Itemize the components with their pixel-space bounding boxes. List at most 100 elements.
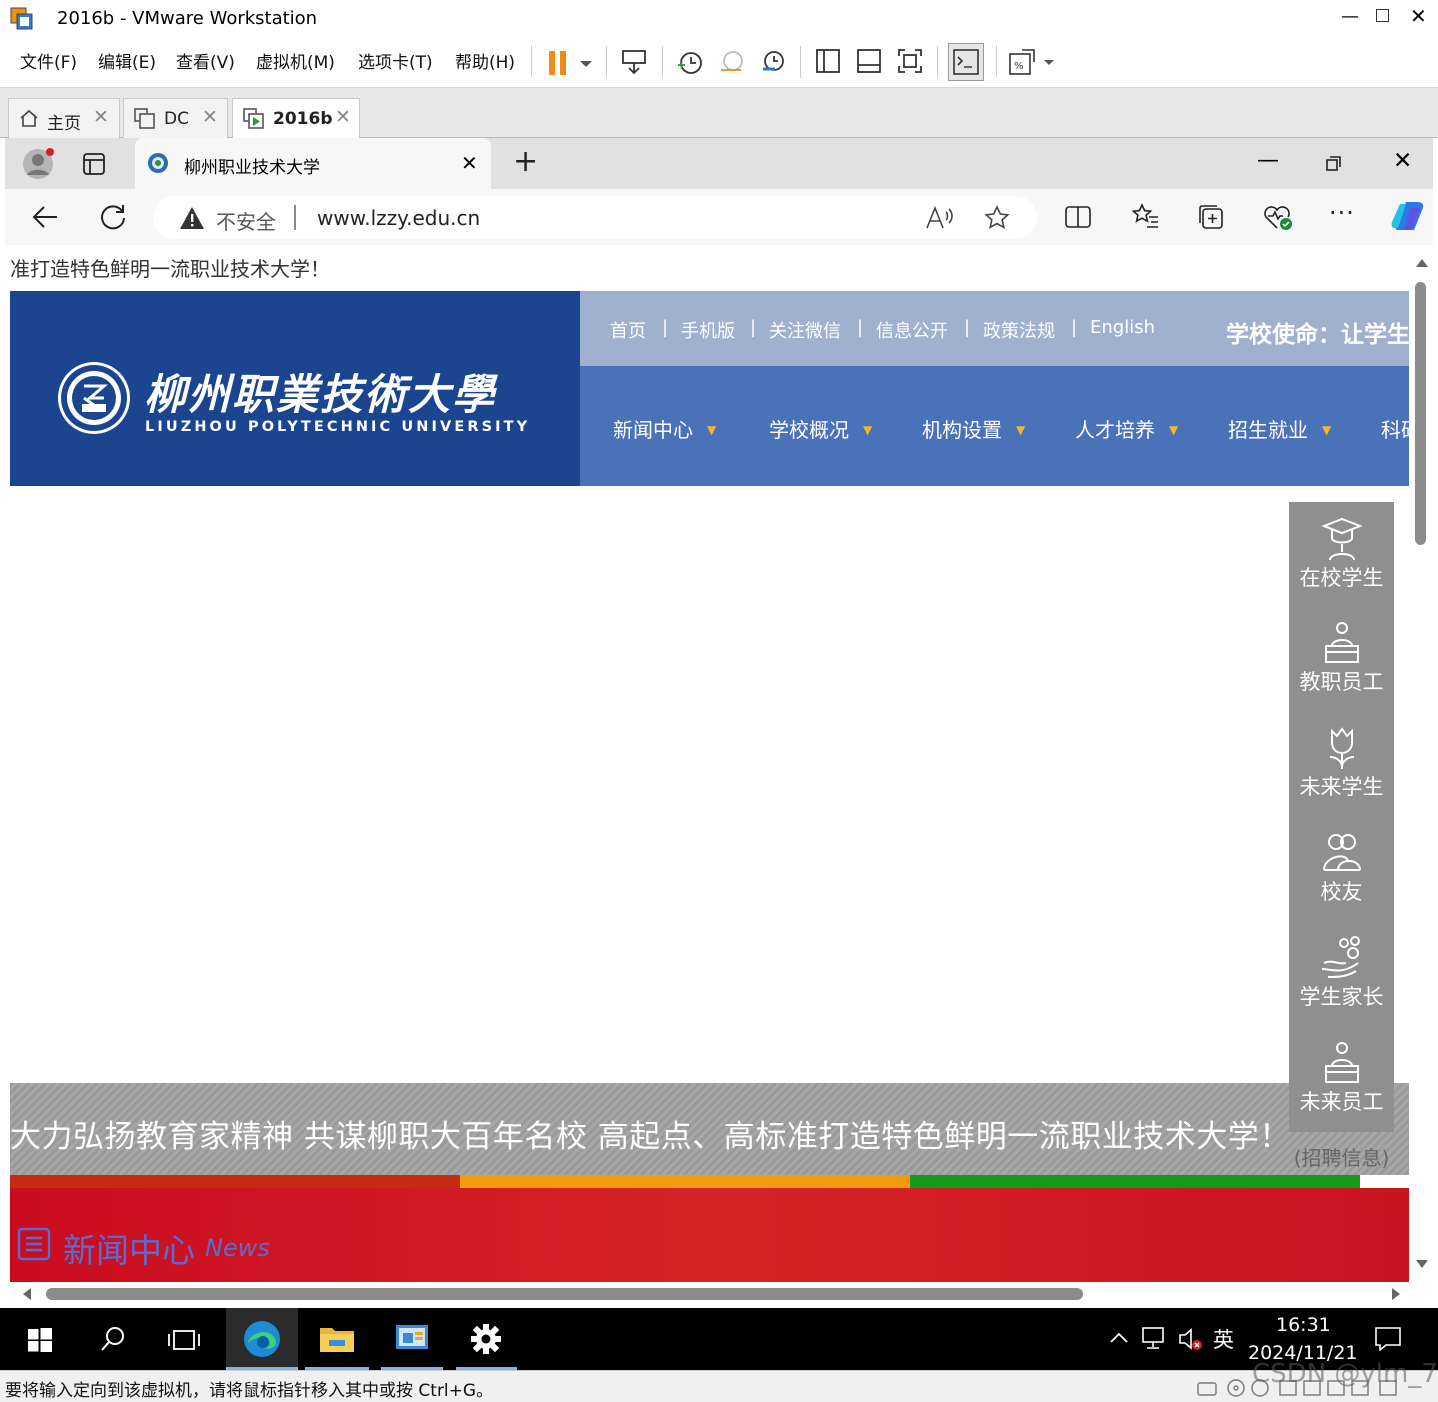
nav-education[interactable]: 人才培养 ▼ [1075, 414, 1178, 443]
tab-dc-close-icon[interactable]: ✕ [202, 106, 218, 128]
browser-minimize-button[interactable]: — [1257, 148, 1279, 173]
tab-2016b[interactable]: 2016b ✕ [232, 98, 360, 139]
taskbar-explorer-button[interactable] [305, 1308, 369, 1370]
nav-admissions[interactable]: 招生就业 ▼ [1228, 414, 1331, 443]
link-english[interactable]: English [1090, 317, 1155, 338]
tab-actions-icon[interactable] [83, 153, 105, 175]
minimize-button[interactable]: — [1341, 6, 1359, 27]
restore-button[interactable] [1376, 9, 1389, 22]
vertical-scroll-thumb[interactable] [1415, 282, 1426, 545]
refresh-icon[interactable] [99, 203, 127, 231]
sidebar-item-alumni[interactable]: 校友 [1289, 830, 1394, 906]
menu-view[interactable]: 查看(V) [176, 48, 235, 73]
browser-essentials-icon[interactable] [1263, 203, 1293, 231]
sidebar-item-future-staff[interactable]: 未来员工 [1289, 1040, 1394, 1116]
vm-running-icon [243, 108, 265, 130]
collections-icon[interactable] [1197, 203, 1225, 231]
network-icon[interactable] [1142, 1327, 1168, 1351]
menu-help[interactable]: 帮助(H) [455, 48, 515, 73]
search-icon[interactable] [99, 1325, 127, 1353]
color-strip-red [10, 1175, 460, 1188]
warning-icon[interactable] [179, 206, 205, 230]
new-tab-button[interactable]: + [513, 144, 538, 179]
link-policy[interactable]: 政策法规 [983, 317, 1055, 343]
fullscreen-icon[interactable] [897, 48, 923, 74]
browser-close-button[interactable]: ✕ [1393, 148, 1412, 174]
favorites-icon[interactable] [1131, 203, 1159, 229]
menu-tabs[interactable]: 选项卡(T) [358, 48, 433, 73]
split-screen-icon[interactable] [1065, 205, 1091, 229]
tab-home-close-icon[interactable]: ✕ [93, 106, 109, 128]
tab-home[interactable]: 主页 ✕ [8, 98, 120, 138]
menu-file[interactable]: 文件(F) [20, 48, 77, 73]
snapshot-manager-icon[interactable] [759, 48, 787, 76]
clock-time[interactable]: 16:31 [1276, 1314, 1331, 1336]
close-button[interactable]: ✕ [1410, 4, 1427, 28]
scroll-down-arrow-icon[interactable] [1416, 1260, 1428, 1268]
slogan-text: 大力弘扬教育家精神 共谋柳职大百年名校 高起点、高标准打造特色鲜明一流职业技术大… [10, 1119, 1291, 1155]
library-view-icon[interactable] [815, 48, 841, 74]
scroll-left-arrow-icon[interactable] [23, 1288, 31, 1300]
quick-access-sidebar: 在校学生 教职员工 未来学生 校友 学生家长 未来员工 [1289, 502, 1394, 1132]
sidebar-item-staff[interactable]: 教职员工 [1289, 620, 1394, 696]
chevron-down-icon: ▼ [1322, 423, 1332, 437]
url-text[interactable]: www.lzzy.edu.cn [317, 206, 480, 230]
back-icon[interactable] [31, 203, 59, 231]
edge-nav-bar: 不安全 www.lzzy.edu.cn ··· [5, 189, 1433, 245]
link-wechat[interactable]: 关注微信 [769, 317, 841, 343]
nav-about[interactable]: 学校概况 ▼ [769, 414, 872, 443]
send-ctrl-alt-del-icon[interactable] [620, 48, 648, 76]
logo-area[interactable]: 柳州职業技術大學 LIUZHOU POLYTECHNIC UNIVERSITY [10, 291, 580, 486]
taskbar-edge-button[interactable] [226, 1308, 298, 1370]
vmware-status-bar: 要将输入定向到该虚拟机，请将鼠标指针移入其中或按 Ctrl+G。 CSDN @y… [0, 1359, 1438, 1402]
task-view-icon[interactable] [167, 1327, 201, 1353]
link-mobile[interactable]: 手机版 [681, 317, 735, 343]
tab-2016b-close-icon[interactable]: ✕ [335, 106, 351, 128]
recruitment-info-label[interactable]: (招聘信息) [1289, 1142, 1394, 1171]
copilot-icon[interactable] [1388, 198, 1426, 234]
ime-indicator[interactable]: 英 [1213, 1324, 1234, 1354]
menu-vm[interactable]: 虚拟机(M) [256, 48, 335, 73]
browser-tab-close-icon[interactable]: ✕ [461, 151, 478, 175]
link-separator: | [964, 317, 971, 338]
taskbar-settings-button[interactable] [456, 1308, 517, 1370]
volume-muted-icon[interactable] [1178, 1327, 1204, 1351]
sidebar-label-parents: 学生家长 [1299, 985, 1384, 1009]
horizontal-scroll-thumb[interactable] [46, 1288, 1083, 1300]
console-view-button[interactable] [948, 43, 984, 81]
favorite-star-icon[interactable] [984, 205, 1010, 231]
taskbar-server-manager-button[interactable] [381, 1308, 443, 1370]
tab-dc[interactable]: DC ✕ [123, 98, 228, 138]
scroll-right-arrow-icon[interactable] [1392, 1288, 1400, 1300]
link-info-disclosure[interactable]: 信息公开 [876, 317, 948, 343]
read-aloud-icon[interactable] [925, 206, 953, 230]
address-bar[interactable]: 不安全 www.lzzy.edu.cn [153, 196, 1037, 239]
sidebar-item-parents[interactable]: 学生家长 [1289, 935, 1394, 1011]
nav-departments[interactable]: 机构设置 ▼ [922, 414, 1025, 443]
sidebar-label-alumni: 校友 [1320, 880, 1363, 904]
vertical-scrollbar[interactable] [1409, 245, 1433, 1285]
notification-icon[interactable] [1375, 1327, 1401, 1351]
profile-avatar-icon[interactable] [21, 147, 55, 181]
browser-tab-active[interactable]: 柳州职业技术大学 ✕ [135, 138, 491, 189]
sidebar-item-prospective-students[interactable]: 未来学生 [1289, 725, 1394, 801]
pause-icon[interactable] [547, 50, 593, 76]
security-label[interactable]: 不安全 [216, 206, 276, 235]
browser-restore-button[interactable] [1326, 156, 1342, 172]
windows-start-icon[interactable] [28, 1328, 52, 1352]
stretch-view-icon[interactable]: % [1008, 48, 1058, 76]
sidebar-item-students[interactable]: 在校学生 [1289, 516, 1394, 592]
tray-chevron-up-icon[interactable] [1110, 1332, 1128, 1344]
menu-edit[interactable]: 编辑(E) [98, 48, 156, 73]
more-options-icon[interactable]: ··· [1329, 199, 1355, 227]
thumbnail-view-icon[interactable] [856, 48, 882, 74]
nav-research[interactable]: 科研 [1381, 414, 1409, 443]
horizontal-scrollbar[interactable] [10, 1283, 1409, 1305]
revert-snapshot-icon[interactable] [718, 48, 746, 76]
nav-news[interactable]: 新闻中心 ▼ [613, 414, 716, 443]
link-home[interactable]: 首页 [610, 317, 646, 343]
link-separator: | [857, 317, 864, 338]
news-section-title[interactable]: 新闻中心 [63, 1224, 195, 1272]
scroll-up-arrow-icon[interactable] [1416, 259, 1428, 267]
snapshot-icon[interactable] [676, 48, 704, 76]
